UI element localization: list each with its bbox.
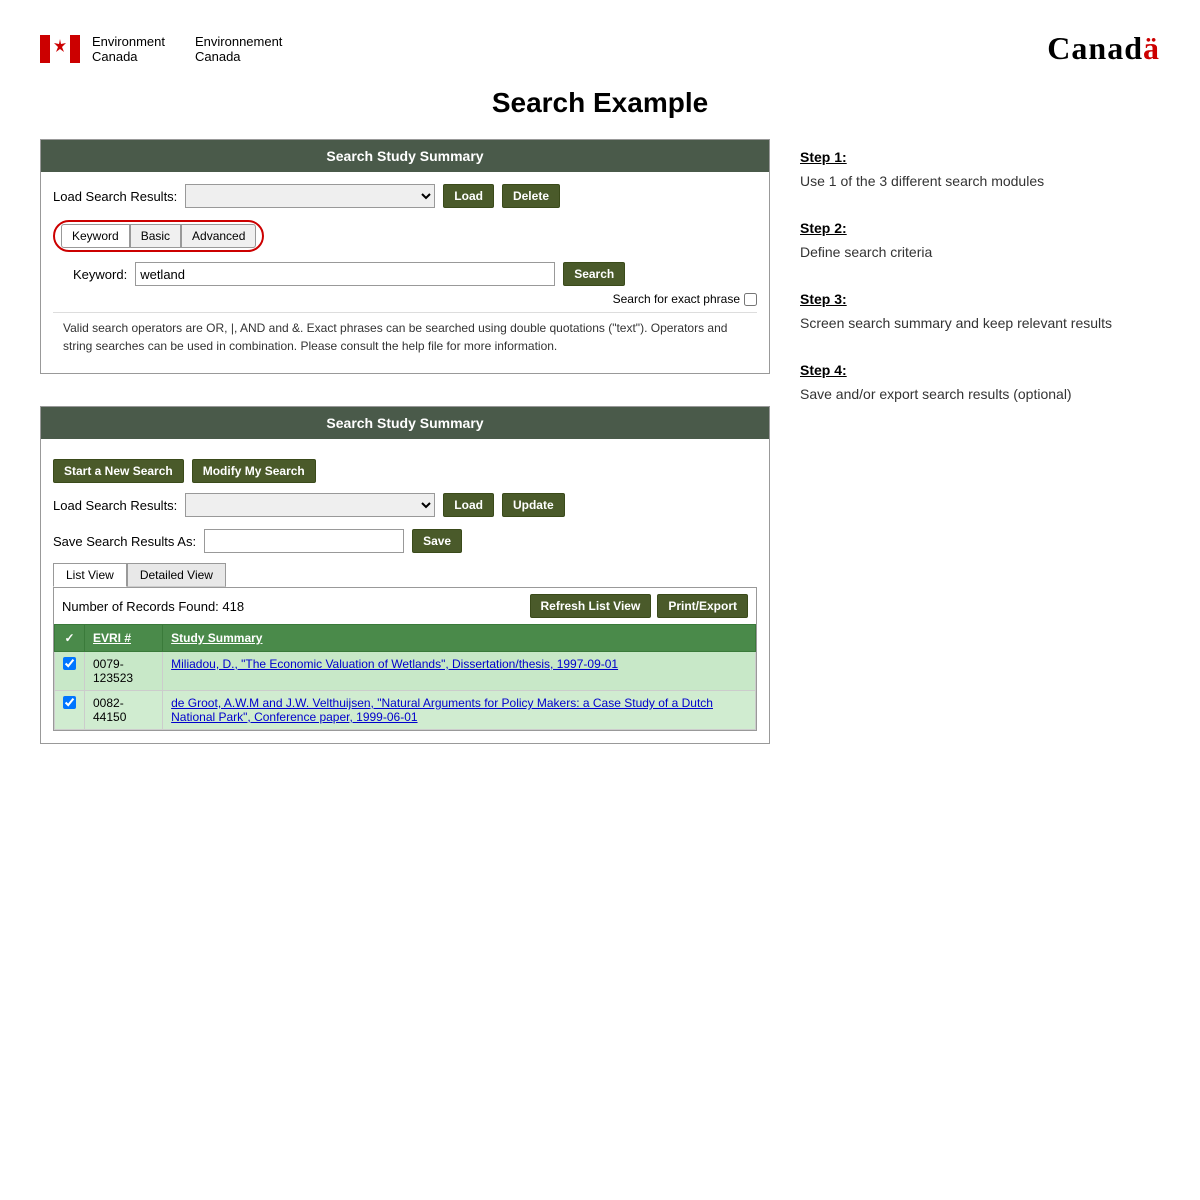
col-checkbox: ✓ [55,625,85,652]
load-row-1: Load Search Results: Load Delete [53,184,757,208]
load-button-2[interactable]: Load [443,493,494,517]
panel-2-header: Search Study Summary [41,407,769,439]
step-2-title: Step 2: [800,220,1160,236]
results-actions: Start a New Search Modify My Search [53,451,757,483]
modify-search-button[interactable]: Modify My Search [192,459,316,483]
refresh-button[interactable]: Refresh List View [530,594,652,618]
header: Environment Canada Environnement Canada … [40,30,1160,67]
canada-wordmark: Canadä [1047,30,1160,67]
header-text: Environment Canada Environnement Canada [92,34,282,64]
step-3: Step 3: Screen search summary and keep r… [800,291,1160,334]
save-label: Save Search Results As: [53,534,196,549]
canada-flag-icon [40,35,80,63]
search-panel-1: Search Study Summary Load Search Results… [40,139,770,374]
org-english: Environment Canada [92,34,165,64]
table-area: Number of Records Found: 418 Refresh Lis… [53,587,757,731]
col-summary: Study Summary [163,625,756,652]
save-input[interactable] [204,529,404,553]
header-left: Environment Canada Environnement Canada [40,34,282,64]
table-header-row: Number of Records Found: 418 Refresh Lis… [54,588,756,624]
org-fr-line2: Canada [195,49,282,64]
exact-phrase-row: Search for exact phrase [53,292,757,306]
load-row-2: Load Search Results: Load Update [53,493,757,517]
panel-1-body: Load Search Results: Load Delete Keyword… [41,172,769,373]
keyword-row: Keyword: Search [53,262,757,286]
search-panel-2: Search Study Summary Start a New Search … [40,406,770,744]
start-new-search-button[interactable]: Start a New Search [53,459,184,483]
org-fr-line1: Environnement [195,34,282,49]
step-1: Step 1: Use 1 of the 3 different search … [800,149,1160,192]
tab-keyword[interactable]: Keyword [61,224,130,248]
results-table: ✓ EVRI # Study Summary 0079-123523 Milia… [54,624,756,730]
tab-list-view[interactable]: List View [53,563,127,587]
tabs-row: Keyword Basic Advanced [53,220,757,252]
row-2-summary-link[interactable]: de Groot, A.W.M and J.W. Velthuijsen, "N… [171,696,713,724]
step-2: Step 2: Define search criteria [800,220,1160,263]
exact-phrase-label: Search for exact phrase [613,292,740,306]
step-3-text: Screen search summary and keep relevant … [800,313,1160,334]
panel-divider [40,394,770,406]
load-button-1[interactable]: Load [443,184,494,208]
col-evri: EVRI # [85,625,163,652]
step-4: Step 4: Save and/or export search result… [800,362,1160,405]
step-3-title: Step 3: [800,291,1160,307]
print-export-button[interactable]: Print/Export [657,594,748,618]
load-select-2[interactable] [185,493,435,517]
step-1-text: Use 1 of the 3 different search modules [800,171,1160,192]
load-label-1: Load Search Results: [53,189,177,204]
keyword-label: Keyword: [73,267,127,282]
exact-phrase-checkbox[interactable] [744,293,757,306]
row-1-checkbox-cell [55,652,85,691]
left-panel: Search Study Summary Load Search Results… [40,139,770,764]
step-4-title: Step 4: [800,362,1160,378]
table-actions: Refresh List View Print/Export [530,594,749,618]
panel-2-body: Start a New Search Modify My Search Load… [41,439,769,743]
panel-1-header: Search Study Summary [41,140,769,172]
page-title: Search Example [40,87,1160,119]
update-button[interactable]: Update [502,493,565,517]
load-label-2: Load Search Results: [53,498,177,513]
table-header-row-cols: ✓ EVRI # Study Summary [55,625,756,652]
org-french: Environnement Canada [195,34,282,64]
row-2-checkbox[interactable] [63,696,76,709]
keyword-input[interactable] [135,262,555,286]
records-count: Number of Records Found: 418 [62,599,244,614]
main-layout: Search Study Summary Load Search Results… [40,139,1160,764]
row-1-evri: 0079-123523 [85,652,163,691]
tab-advanced[interactable]: Advanced [181,224,256,248]
save-row: Save Search Results As: Save [53,529,757,553]
row-1-checkbox[interactable] [63,657,76,670]
row-2-evri: 0082-44150 [85,691,163,730]
table-row: 0079-123523 Miliadou, D., "The Economic … [55,652,756,691]
save-button[interactable]: Save [412,529,462,553]
row-2-summary: de Groot, A.W.M and J.W. Velthuijsen, "N… [163,691,756,730]
org-en-line2: Canada [92,49,165,64]
delete-button-1[interactable]: Delete [502,184,560,208]
step-4-text: Save and/or export search results (optio… [800,384,1160,405]
tab-oval-border: Keyword Basic Advanced [53,220,264,252]
org-en-line1: Environment [92,34,165,49]
step-2-text: Define search criteria [800,242,1160,263]
view-tabs: List View Detailed View [53,563,757,587]
right-panel: Step 1: Use 1 of the 3 different search … [800,139,1160,764]
load-select-1[interactable] [185,184,435,208]
help-text: Valid search operators are OR, |, AND an… [53,312,757,361]
row-2-checkbox-cell [55,691,85,730]
tab-basic[interactable]: Basic [130,224,181,248]
row-1-summary: Miliadou, D., "The Economic Valuation of… [163,652,756,691]
step-1-title: Step 1: [800,149,1160,165]
page-wrapper: Environment Canada Environnement Canada … [0,0,1200,1200]
search-button[interactable]: Search [563,262,625,286]
table-row: 0082-44150 de Groot, A.W.M and J.W. Velt… [55,691,756,730]
tab-detailed-view[interactable]: Detailed View [127,563,226,587]
row-1-summary-link[interactable]: Miliadou, D., "The Economic Valuation of… [171,657,618,671]
